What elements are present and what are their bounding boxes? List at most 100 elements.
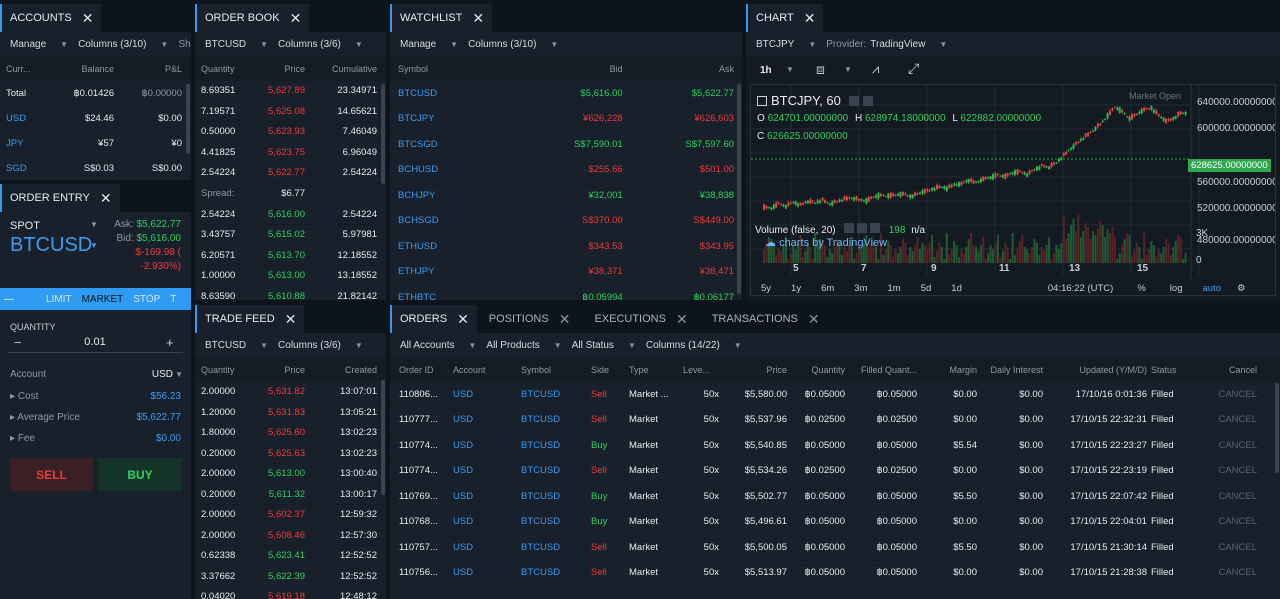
- columns-button[interactable]: Columns (3/6): [278, 39, 341, 50]
- account-row[interactable]: Total ฿0.01426 ฿0.00000: [0, 81, 191, 106]
- close-icon[interactable]: [862, 95, 873, 106]
- account-cell[interactable]: USD: [453, 414, 521, 425]
- order-row[interactable]: 110768... USD BTCUSD Buy Market 50x $5,496.61 ฿…: [390, 510, 1280, 535]
- fullscreen-icon[interactable]: ⤢: [908, 60, 919, 77]
- col-pl[interactable]: P&L: [114, 64, 182, 74]
- account-row[interactable]: USD $24.46 $0.00: [0, 106, 191, 131]
- chevron-down-icon[interactable]: ▼: [450, 40, 458, 49]
- order-book-row[interactable]: 8.69351 5,627.89 23.34971: [195, 81, 386, 102]
- chevron-down-icon[interactable]: ▼: [355, 341, 363, 350]
- tab-limit[interactable]: LIMIT: [46, 294, 72, 305]
- range-1d[interactable]: 1d: [951, 283, 962, 294]
- range-5y[interactable]: 5y: [761, 283, 771, 294]
- interval-select[interactable]: 1h: [760, 65, 772, 76]
- fee-row[interactable]: ▸ Fee: [10, 433, 35, 444]
- tab-watchlist[interactable]: WATCHLIST ✕: [390, 4, 493, 32]
- tab-positions[interactable]: POSITIONS ✕: [477, 305, 583, 333]
- col-created[interactable]: Created: [305, 365, 377, 375]
- cancel-button[interactable]: CANCEL: [1203, 465, 1261, 476]
- symbol-cell[interactable]: BCHSGD: [398, 215, 517, 226]
- quantity-input[interactable]: 0.01: [60, 336, 130, 348]
- col-quantity[interactable]: Quantity: [201, 64, 253, 74]
- close-icon[interactable]: ✕: [82, 11, 94, 25]
- close-icon[interactable]: ✕: [100, 191, 112, 205]
- symbol-cell[interactable]: BTCUSD: [521, 414, 591, 425]
- symbol-cell[interactable]: BCHUSD: [398, 164, 517, 175]
- order-row[interactable]: 110769... USD BTCUSD Buy Market 50x $5,502.77 ฿…: [390, 484, 1280, 510]
- symbol-cell[interactable]: BTCUSD: [521, 491, 591, 502]
- range-1y[interactable]: 1y: [791, 283, 801, 294]
- symbol-cell[interactable]: BCHJPY: [398, 190, 517, 201]
- chevron-down-icon[interactable]: ▼: [844, 65, 852, 74]
- cost-row[interactable]: ▸ Cost: [10, 391, 38, 402]
- percent-toggle[interactable]: %: [1137, 283, 1145, 294]
- columns-button[interactable]: Columns (3/10): [468, 39, 536, 50]
- order-row[interactable]: 110757... USD BTCUSD Sell Market 50x $5,500.05…: [390, 535, 1280, 561]
- watchlist-row[interactable]: ETHUSD $343.53 $343.95: [390, 234, 742, 260]
- symbol-cell[interactable]: BTCUSD: [521, 542, 591, 553]
- tab-market[interactable]: MARKET: [82, 294, 124, 305]
- tab-trade-feed[interactable]: TRADE FEED ✕: [195, 305, 305, 333]
- close-icon[interactable]: [869, 223, 880, 233]
- show-button[interactable]: Show: [178, 39, 191, 50]
- account-cell[interactable]: USD: [453, 491, 521, 502]
- products-filter[interactable]: All Products: [486, 340, 539, 351]
- sell-button[interactable]: SELL: [10, 458, 93, 491]
- chart-plot[interactable]: BTCJPY, 60 O 624701.00000000 H 628974.18…: [750, 84, 1276, 296]
- order-book-row[interactable]: 2.54224 5,616.00 2.54224: [195, 205, 386, 225]
- range-1m[interactable]: 1m: [888, 283, 901, 294]
- symbol-cell[interactable]: BTCUSD: [521, 567, 591, 578]
- status-filter[interactable]: All Status: [572, 340, 614, 351]
- watchlist-row[interactable]: BTCUSD $5,616.00 $5,622.77: [390, 81, 742, 107]
- order-row[interactable]: 110806... USD BTCUSD Sell Market ... 50x $5,58…: [390, 382, 1280, 408]
- chevron-down-icon[interactable]: ▼: [554, 341, 562, 350]
- close-icon[interactable]: ✕: [285, 312, 297, 326]
- col-balance[interactable]: Balance: [56, 64, 114, 74]
- symbol-cell[interactable]: ETHUSD: [398, 241, 517, 252]
- col-account[interactable]: Account: [453, 365, 521, 375]
- order-row[interactable]: 110774... USD BTCUSD Buy Market 50x $5,540.85 ฿…: [390, 433, 1280, 459]
- manage-button[interactable]: Manage: [400, 39, 436, 50]
- tab-chart[interactable]: CHART ✕: [746, 4, 824, 32]
- col-updated[interactable]: Updated (Y/M/D): [1047, 365, 1151, 375]
- symbol-cell[interactable]: BTCUSD: [521, 440, 591, 451]
- col-quantity[interactable]: Quantity: [201, 365, 253, 375]
- chevron-down-icon[interactable]: ▼: [786, 65, 794, 74]
- symbol-cell[interactable]: BTCJPY: [398, 113, 517, 124]
- watchlist-row[interactable]: BCHSGD S$370.00 S$449.00: [390, 209, 742, 234]
- range-3m[interactable]: 3m: [854, 283, 867, 294]
- account-cell[interactable]: USD: [453, 516, 521, 527]
- chevron-down-icon[interactable]: ▼: [90, 241, 98, 250]
- close-icon[interactable]: ✕: [457, 312, 469, 326]
- scrollbar[interactable]: [1275, 383, 1279, 473]
- pair-select[interactable]: BTCUSD: [205, 340, 246, 351]
- cancel-button[interactable]: CANCEL: [1203, 567, 1261, 578]
- order-row[interactable]: 110777... USD BTCUSD Sell Market 50x $5,537.96…: [390, 408, 1280, 433]
- provider-select[interactable]: TradingView: [870, 39, 925, 50]
- watchlist-row[interactable]: BCHUSD $255.66 $501.00: [390, 158, 742, 183]
- col-side[interactable]: Side: [591, 365, 629, 375]
- chevron-down-icon[interactable]: ▼: [60, 40, 68, 49]
- range-5d[interactable]: 5d: [921, 283, 932, 294]
- scrollbar[interactable]: [381, 380, 385, 495]
- chevron-down-icon[interactable]: ▼: [260, 341, 268, 350]
- col-price[interactable]: Price: [253, 365, 305, 375]
- pair-select[interactable]: BTCUSD: [205, 39, 246, 50]
- chevron-down-icon[interactable]: ▼: [355, 40, 363, 49]
- col-type[interactable]: Type: [629, 365, 683, 375]
- manage-button[interactable]: Manage: [10, 39, 46, 50]
- pair-selector[interactable]: BTCUSD: [10, 234, 92, 257]
- order-row[interactable]: 110774... USD BTCUSD Sell Market 50x $5,534.26…: [390, 459, 1280, 484]
- order-book-row[interactable]: 8.63590 5,610.88 21.82142: [195, 287, 386, 300]
- cancel-button[interactable]: CANCEL: [1203, 440, 1261, 451]
- increment-button[interactable]: +: [166, 335, 174, 350]
- close-icon[interactable]: ✕: [559, 312, 571, 326]
- chevron-down-icon[interactable]: ▼: [734, 341, 742, 350]
- symbol-cell[interactable]: BTCUSD: [521, 389, 591, 400]
- symbol-cell[interactable]: ETHJPY: [398, 266, 517, 277]
- tab-accounts[interactable]: ACCOUNTS ✕: [0, 4, 102, 32]
- auto-toggle[interactable]: auto: [1202, 283, 1221, 294]
- symbol-cell[interactable]: ETHBTC: [398, 292, 517, 300]
- col-cancel[interactable]: Cancel: [1203, 365, 1261, 375]
- col-price[interactable]: Price: [253, 64, 305, 74]
